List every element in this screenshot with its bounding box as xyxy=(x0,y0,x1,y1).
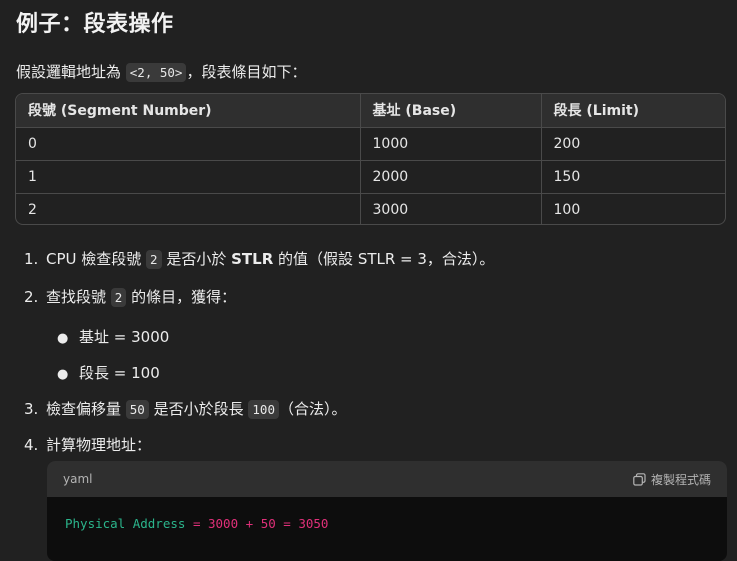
header-limit: 段長 (Limit) xyxy=(541,94,725,128)
limit-code: 100 xyxy=(248,400,279,419)
bullet-text: 段長 = 100 xyxy=(79,364,160,382)
bullet-text: 基址 = 3000 xyxy=(79,328,170,346)
step-1: 1. CPU 檢查段號 2 是否小於 STLR 的值（假設 STLR = 3，合法… xyxy=(24,246,494,273)
step-text: 的條目，獲得： xyxy=(126,288,237,306)
step-text: 查找段號 xyxy=(46,288,111,306)
copy-icon xyxy=(633,472,646,486)
code-language-label: yaml xyxy=(63,472,93,486)
header-segment-number: 段號 (Segment Number) xyxy=(16,94,361,128)
step-2: 2. 查找段號 2 的條目，獲得： xyxy=(24,284,236,311)
code-number: 3050 xyxy=(298,516,329,531)
table-cell: 100 xyxy=(553,201,581,218)
code-operator: + xyxy=(238,516,261,531)
table-cell: 2000 xyxy=(360,160,542,194)
table-header-row: 段號 (Segment Number) 基址 (Base) 段長 (Limit) xyxy=(16,94,725,128)
bullet-base: ● 基址 = 3000 xyxy=(57,324,169,352)
step-text: 計算物理地址： xyxy=(46,436,152,454)
step-text: 檢查偏移量 xyxy=(46,400,126,418)
bullet-icon: ● xyxy=(57,331,69,346)
code-block: yaml 複製程式碼 Physical Address = 3000 + 50 … xyxy=(47,461,727,561)
header-base: 基址 (Base) xyxy=(360,94,542,128)
table-row: 1 2000 150 xyxy=(16,160,725,194)
table-cell: 1 xyxy=(16,160,361,194)
table-cell: 1000 xyxy=(360,127,542,161)
code-number: 50 xyxy=(260,516,276,531)
table-cell: 2 xyxy=(16,193,361,224)
step-text: CPU 檢查段號 xyxy=(46,250,147,268)
step-text: 的值（假設 STLR = 3，合法）。 xyxy=(273,250,495,268)
intro-after: ，段表條目如下： xyxy=(186,63,307,81)
intro-before: 假設邏輯地址為 xyxy=(16,63,126,81)
code-content: Physical Address = 3000 + 50 = 3050 xyxy=(47,497,727,551)
table-cell: 3000 xyxy=(360,193,542,224)
code-number: 3000 xyxy=(208,516,239,531)
step-text: 是否小於段長 xyxy=(148,400,249,418)
segment-number-code: 2 xyxy=(110,288,127,307)
table-cell: 200 xyxy=(541,127,725,161)
step-number: 2. xyxy=(24,288,39,306)
intro-text: 假設邏輯地址為 <2, 50> ，段表條目如下： xyxy=(16,58,306,87)
code-operator: = xyxy=(185,516,208,531)
bullet-icon: ● xyxy=(57,367,69,382)
offset-code: 50 xyxy=(125,400,149,419)
code-key: Physical Address xyxy=(65,516,186,531)
table-row: 2 3000 100 xyxy=(16,193,725,224)
step-3: 3. 檢查偏移量 50 是否小於段長 100 （合法）。 xyxy=(24,396,346,423)
copy-code-button[interactable]: 複製程式碼 xyxy=(633,471,711,488)
step-text: 是否小於 xyxy=(161,250,232,268)
intro-logical-address-code: <2, 50> xyxy=(125,63,187,82)
table-cell: 0 xyxy=(16,127,361,161)
step-4: 4. 計算物理地址： xyxy=(24,432,151,458)
segment-number-code: 2 xyxy=(146,250,162,269)
step-number: 4. xyxy=(24,436,39,454)
code-operator: = xyxy=(275,516,299,531)
step-number: 1. xyxy=(24,250,39,268)
code-header: yaml 複製程式碼 xyxy=(47,461,727,497)
page-title: 例子：段表操作 xyxy=(16,12,174,37)
segment-table: 段號 (Segment Number) 基址 (Base) 段長 (Limit)… xyxy=(15,93,726,225)
copy-code-label: 複製程式碼 xyxy=(650,472,711,487)
table-cell: 150 xyxy=(541,160,725,194)
bullet-limit: ● 段長 = 100 xyxy=(57,360,160,388)
stlr-bold: STLR xyxy=(231,250,274,268)
step-text: （合法）。 xyxy=(278,400,347,418)
table-row: 0 1000 200 xyxy=(16,127,725,161)
step-number: 3. xyxy=(24,400,39,418)
